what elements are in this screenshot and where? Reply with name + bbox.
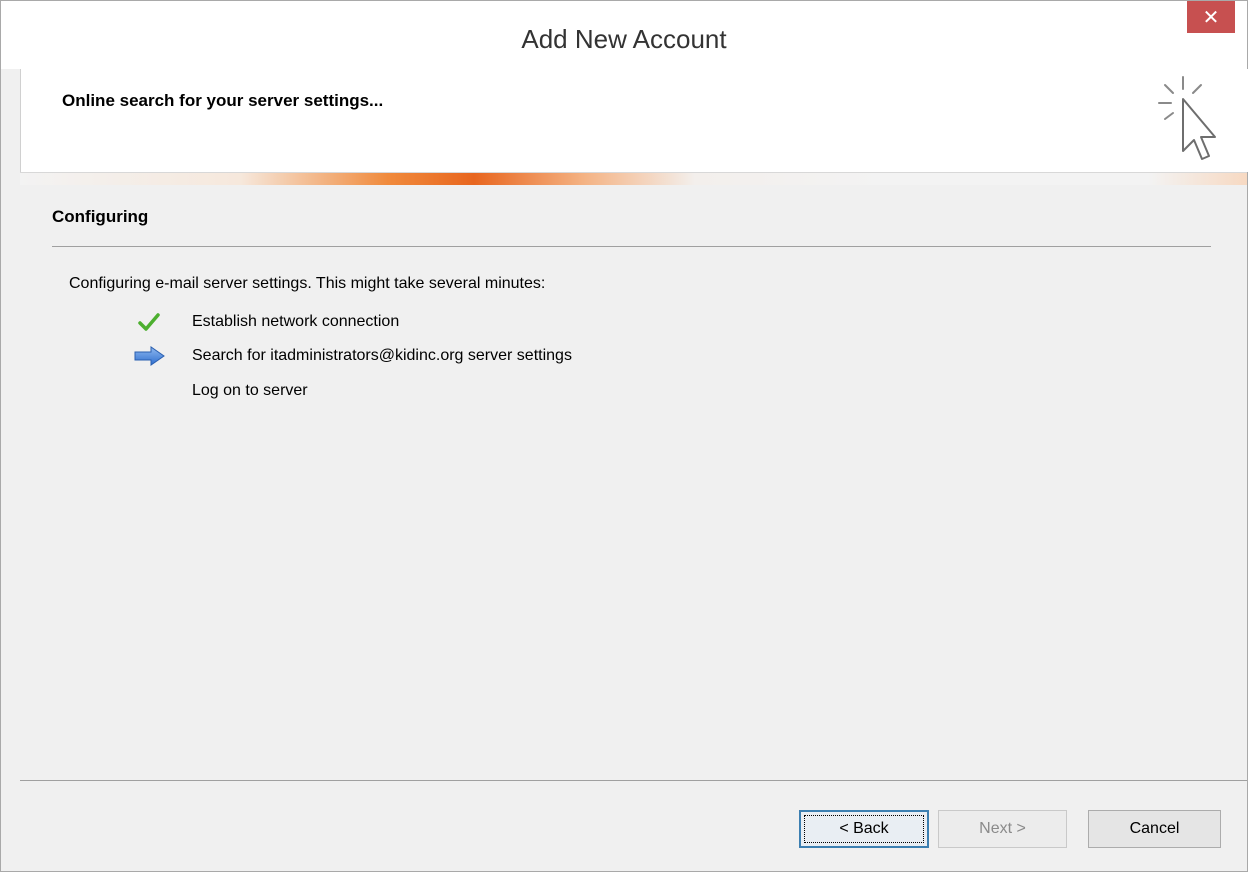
next-button[interactable]: Next > (938, 810, 1067, 848)
cursor-click-icon (1158, 76, 1216, 160)
close-icon: ✕ (1202, 6, 1220, 29)
cancel-button[interactable]: Cancel (1088, 810, 1221, 848)
header-panel: Online search for your server settings..… (20, 69, 1248, 172)
status-intro: Configuring e-mail server settings. This… (69, 275, 546, 292)
close-button[interactable]: ✕ (1187, 1, 1235, 33)
section-divider (52, 246, 1211, 247)
arrow-right-icon (134, 346, 165, 366)
section-title: Configuring (52, 207, 149, 226)
step-label: Log on to server (192, 382, 308, 399)
step-label: Establish network connection (192, 313, 400, 330)
step-establish-connection: Establish network connection (131, 310, 831, 334)
cancel-button-label: Cancel (1129, 820, 1180, 837)
step-log-on: Log on to server (131, 379, 831, 403)
window-title: Add New Account (521, 24, 727, 54)
checkmark-icon (138, 313, 160, 331)
next-button-label: Next > (979, 820, 1026, 837)
progress-accent-bar (20, 172, 1247, 185)
page-title: Online search for your server settings..… (62, 91, 384, 110)
back-button[interactable]: < Back (799, 810, 929, 848)
add-account-dialog: Add New Account ✕ Online search for your… (0, 0, 1248, 872)
focus-rectangle (804, 815, 924, 843)
title-bar: Add New Account ✕ (1, 1, 1247, 69)
step-search-settings: Search for itadministrators@kidinc.org s… (131, 344, 831, 368)
step-label: Search for itadministrators@kidinc.org s… (192, 347, 572, 364)
footer-divider (20, 780, 1247, 781)
